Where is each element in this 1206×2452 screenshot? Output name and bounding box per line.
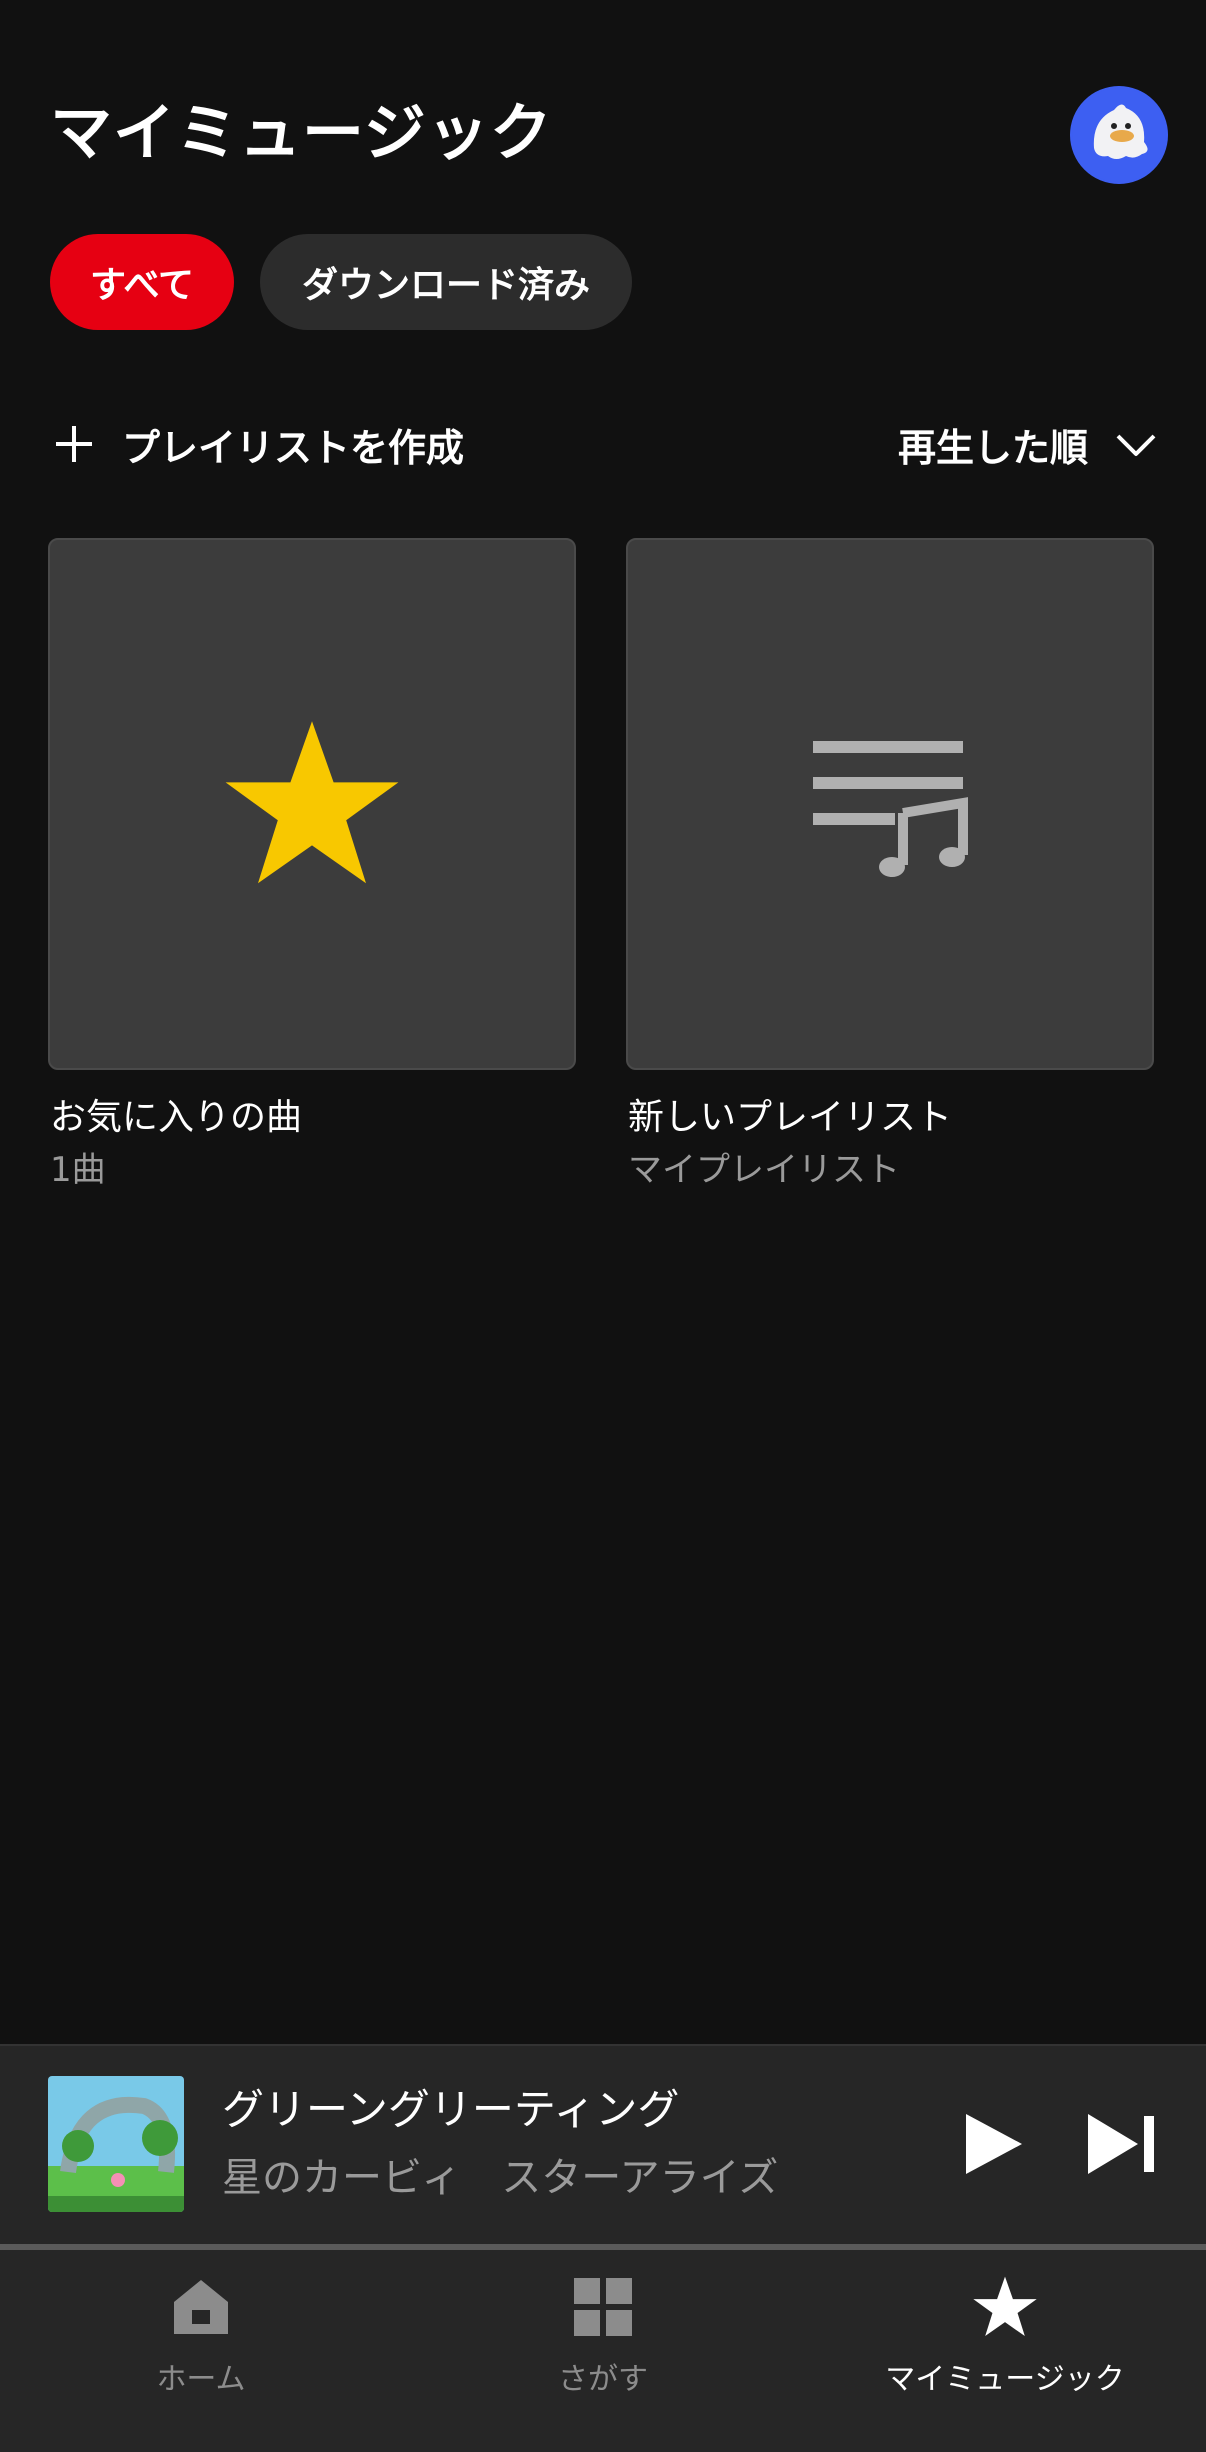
ghost-avatar-icon [1072, 88, 1166, 182]
new-playlist-subtitle: マイプレイリスト [628, 1150, 900, 1190]
new-playlist-title[interactable]: 新しいプレイリスト [628, 1090, 952, 1146]
nav-label-my-music: マイミュージック [885, 2362, 1125, 2397]
play-icon [966, 2114, 1022, 2174]
new-playlist-card[interactable] [626, 538, 1154, 1070]
filter-chip-all[interactable]: すべて [50, 234, 234, 330]
page-title: マイミュージック [50, 96, 553, 169]
nav-item-search[interactable]: さがす [402, 2264, 804, 2404]
avatar[interactable] [1070, 86, 1168, 184]
nav-item-my-music[interactable]: マイミュージック [804, 2264, 1206, 2404]
create-playlist-button[interactable]: プレイリストを作成 [50, 408, 464, 480]
sort-dropdown[interactable]: 再生した順 [870, 408, 1160, 480]
home-icon [174, 2280, 228, 2334]
album-art[interactable] [48, 2076, 184, 2212]
sort-label: 再生した順 [897, 425, 1088, 470]
grid-icon [574, 2278, 632, 2336]
create-playlist-label: プレイリストを作成 [122, 425, 465, 470]
now-playing-title: グリーングリーティング [222, 2085, 680, 2134]
skip-next-icon [1088, 2114, 1154, 2174]
plus-icon [56, 426, 92, 462]
nav-item-home[interactable]: ホーム [0, 2264, 402, 2404]
nav-label-search: さがす [558, 2362, 648, 2397]
filter-chip-downloaded[interactable]: ダウンロード済み [260, 234, 632, 330]
star-icon [225, 721, 399, 884]
chevron-down-icon [1116, 434, 1156, 456]
star-icon [973, 2276, 1037, 2337]
next-track-button[interactable] [1082, 2108, 1162, 2180]
favorites-card[interactable] [48, 538, 576, 1070]
now-playing-artist: 星のカービィ スターアライズ [222, 2155, 779, 2201]
playlist-music-icon [813, 741, 968, 877]
album-art-image [48, 2076, 184, 2212]
play-button[interactable] [956, 2108, 1028, 2180]
nav-label-home: ホーム [156, 2362, 246, 2397]
favorites-title[interactable]: お気に入りの曲 [50, 1090, 302, 1146]
favorites-subtitle: 1曲 [50, 1150, 106, 1190]
